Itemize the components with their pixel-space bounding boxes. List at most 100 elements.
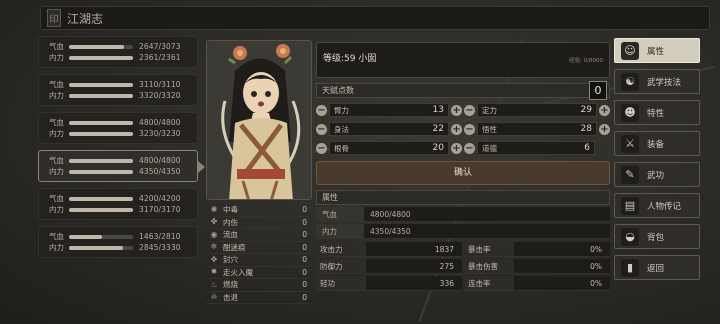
menu-item[interactable]: ▤ 人物传记	[614, 193, 700, 218]
attribute-row: − 悟性 28 +	[464, 121, 610, 137]
plus-button[interactable]: +	[451, 123, 462, 135]
member-stats: 气血 4200/4200 内力 3170/3170	[49, 193, 197, 215]
attribute-row: − 道德 6	[464, 140, 610, 156]
attribute-value: 22	[432, 124, 444, 134]
mp-label: 内力	[49, 243, 64, 252]
mp-bar	[69, 93, 133, 98]
combat-stat-label: 暴击率	[464, 242, 514, 256]
mp-value: 2845/3330	[139, 243, 181, 252]
resource-label: 气血	[316, 207, 364, 221]
menu-label: 返回	[647, 263, 665, 274]
party-member[interactable]: 气血 4800/4800 内力 4350/4350	[38, 150, 205, 182]
combat-stat: 轻功 336	[316, 276, 462, 291]
hp-row: 气血 3110/3110	[49, 79, 197, 90]
hp-value: 1463/2810	[139, 232, 181, 241]
menu-item[interactable]: ◒ 背包	[614, 224, 700, 249]
minus-button[interactable]: −	[316, 123, 327, 135]
mp-row: 内力 3230/3230	[49, 128, 197, 139]
hp-bar-fill	[69, 158, 133, 163]
menu-icon: ▮	[621, 258, 639, 277]
plus-button[interactable]: +	[451, 142, 462, 154]
status-row: ◉ 流血 0	[206, 229, 310, 242]
attribute-name: 定力	[482, 105, 497, 115]
resource-row: 内力 4350/4350	[316, 224, 610, 239]
mp-label: 内力	[49, 53, 64, 62]
mp-bar-fill	[69, 207, 133, 212]
combat-stat: 暴击率 0%	[464, 242, 610, 257]
hp-row: 气血 1463/2810	[49, 231, 197, 242]
minus-button[interactable]: −	[316, 142, 327, 154]
status-row: ☠ 击退 0	[206, 292, 310, 304]
member-stats: 气血 2647/3073 内力 2361/2361	[49, 41, 197, 63]
hp-value: 3110/3110	[139, 80, 181, 89]
mp-row: 内力 3320/3320	[49, 90, 197, 101]
status-row: ✤ 内伤 0	[206, 217, 310, 229]
menu-item[interactable]: ☻ 特性	[614, 100, 700, 125]
hp-bar-fill	[69, 120, 133, 125]
mp-row: 内力 2361/2361	[49, 52, 197, 63]
attribute-row: − 定力 29 +	[464, 102, 610, 118]
hp-row: 气血 4800/4800	[49, 117, 197, 128]
party-member[interactable]: 气血 4800/4800 内力 3230/3230	[38, 112, 198, 144]
party-member[interactable]: 气血 1463/2810 内力 2845/3330	[38, 226, 198, 258]
hp-value: 2647/3073	[139, 42, 181, 51]
minus-button[interactable]: −	[464, 142, 475, 154]
member-stats: 气血 3110/3110 内力 3320/3320	[49, 79, 197, 101]
attribute-value: 13	[432, 105, 444, 115]
attribute-cell: 根骨 20	[329, 141, 449, 155]
hp-label: 气血	[49, 156, 64, 165]
member-stats: 气血 1463/2810 内力 2845/3330	[49, 231, 197, 253]
confirm-button[interactable]: 确认	[316, 161, 610, 185]
hp-row: 气血 4800/4800	[49, 155, 197, 166]
mp-bar	[69, 207, 133, 212]
attribute-value: 20	[432, 143, 444, 153]
menu-icon: ☻	[621, 103, 639, 122]
mp-value: 3230/3230	[139, 129, 181, 138]
minus-button[interactable]: −	[464, 104, 475, 116]
hp-bar	[69, 44, 133, 49]
menu-item[interactable]: ☺ 属性	[614, 38, 700, 63]
menu-icon: ☺	[621, 41, 639, 60]
menu-item[interactable]: ⚔ 装备	[614, 131, 700, 156]
hp-label: 气血	[49, 194, 64, 203]
mp-label: 内力	[49, 167, 64, 176]
mp-bar-fill	[69, 93, 133, 98]
plus-button[interactable]: +	[599, 104, 610, 116]
combat-stat-value: 0%	[590, 244, 602, 254]
mp-row: 内力 3170/3170	[49, 204, 197, 215]
attribute-panel: 等级:59 小囡 经验: 0/8000 天赋点数 0 − 臂力 13 + − 定力 29 + −…	[316, 42, 610, 291]
combat-stat-label: 暴击伤害	[464, 259, 514, 273]
hp-label: 气血	[49, 42, 64, 51]
section-title: 属性	[316, 190, 610, 205]
hp-value: 4200/4200	[139, 194, 181, 203]
menu-item[interactable]: ▮ 返回	[614, 255, 700, 280]
status-name: 走火入魔	[223, 267, 253, 277]
combat-stat-value: 1837	[434, 244, 454, 254]
party-member[interactable]: 气血 4200/4200 内力 3170/3170	[38, 188, 198, 220]
attribute-name: 身法	[334, 124, 349, 134]
talent-label: 天赋点数	[322, 86, 354, 95]
hp-row: 气血 4200/4200	[49, 193, 197, 204]
mp-value: 3170/3170	[139, 205, 181, 214]
plus-button[interactable]: +	[451, 104, 462, 116]
plus-button[interactable]: +	[599, 123, 610, 135]
hp-rows: 气血 4800/4800 内力 4350/4350	[316, 207, 610, 239]
game-screen: 印 江湖志 气血 2647/3073 内力 2361/2361 气血 3110/3110 内…	[0, 0, 720, 324]
status-row: ✺ 中毒 0	[206, 204, 310, 217]
menu-item[interactable]: ☯ 武学技法	[614, 69, 700, 94]
mp-bar-fill	[69, 245, 124, 250]
menu-label: 属性	[647, 46, 665, 57]
mp-bar-fill	[69, 131, 133, 136]
combat-stat: 防御力 275	[316, 259, 462, 274]
hp-bar-fill	[69, 82, 133, 87]
status-icon: ✺	[210, 204, 218, 214]
minus-button[interactable]: −	[316, 104, 327, 116]
menu-label: 武功	[647, 170, 665, 181]
minus-button[interactable]: −	[464, 123, 475, 135]
character-portrait	[206, 40, 312, 200]
party-member[interactable]: 气血 2647/3073 内力 2361/2361	[38, 36, 198, 68]
menu-item[interactable]: ✎ 武功	[614, 162, 700, 187]
mp-label: 内力	[49, 129, 64, 138]
status-icon: ♨	[210, 279, 218, 289]
party-member[interactable]: 气血 3110/3110 内力 3320/3320	[38, 74, 198, 106]
